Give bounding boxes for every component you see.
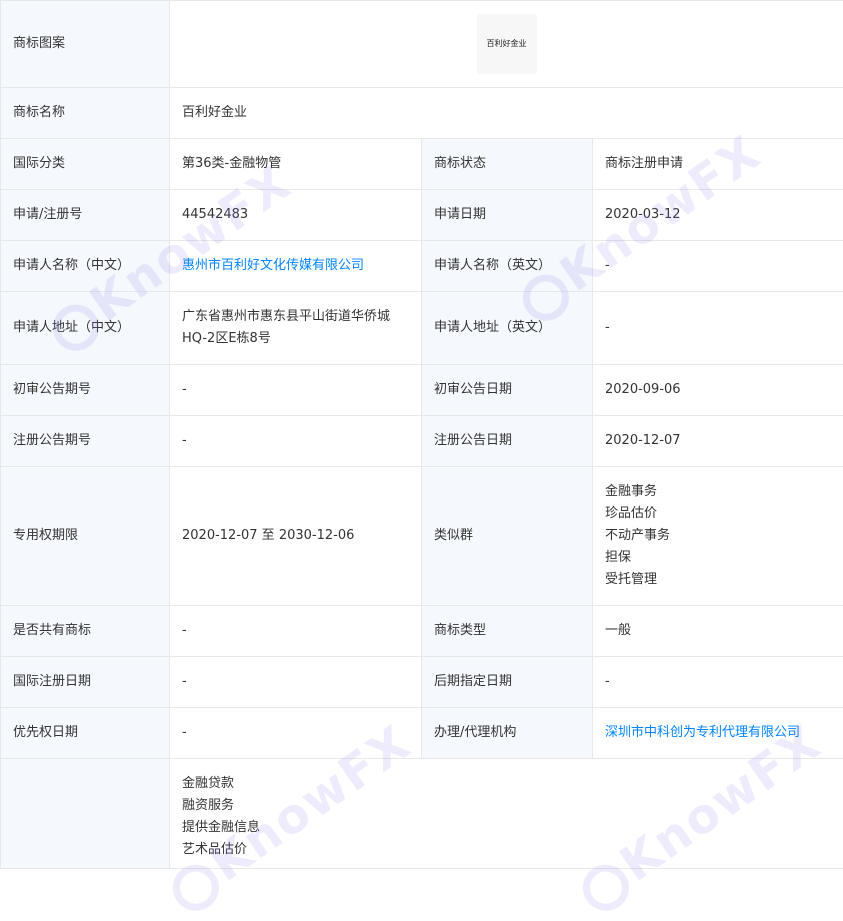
- value-name: 百利好金业: [170, 88, 843, 139]
- value-apply-date: 2020-03-12: [593, 190, 843, 241]
- row-applicant: 申请人名称（中文） 惠州市百利好文化传媒有限公司 申请人名称（英文） -: [1, 241, 843, 292]
- list-item: 艺术品估价: [182, 839, 831, 861]
- value-shared: -: [170, 606, 422, 657]
- row-prelim: 初审公告期号 - 初审公告日期 2020-09-06: [1, 365, 843, 416]
- label-priority: 优先权日期: [1, 708, 170, 759]
- label-shared: 是否共有商标: [1, 606, 170, 657]
- value-applicant-cn: 惠州市百利好文化传媒有限公司: [170, 241, 422, 292]
- label-similar-groups: 类似群: [422, 467, 593, 606]
- label-apply-date: 申请日期: [422, 190, 593, 241]
- row-intl-date: 国际注册日期 - 后期指定日期 -: [1, 657, 843, 708]
- list-item: 融资服务: [182, 795, 831, 817]
- label-prelim-date: 初审公告日期: [422, 365, 593, 416]
- list-item: 金融事务: [605, 481, 831, 503]
- value-prelim-no: -: [170, 365, 422, 416]
- trademark-detail-table: 商标图案 百利好金业 商标名称 百利好金业 国际分类 第36类-金融物管 商标状…: [0, 0, 843, 869]
- label-logo: 商标图案: [1, 1, 170, 88]
- row-reg-no: 申请/注册号 44542483 申请日期 2020-03-12: [1, 190, 843, 241]
- value-trademark-type: 一般: [593, 606, 843, 657]
- row-term: 专用权期限 2020-12-07 至 2030-12-06 类似群 金融事务 珍…: [1, 467, 843, 606]
- label-class: 国际分类: [1, 139, 170, 190]
- value-agency: 深圳市中科创为专利代理有限公司: [593, 708, 843, 759]
- label-reg-no: 申请/注册号: [1, 190, 170, 241]
- value-reg-pub-no: -: [170, 416, 422, 467]
- list-item: 珍品估价: [605, 503, 831, 525]
- value-address-en: -: [593, 292, 843, 365]
- row-shared: 是否共有商标 - 商标类型 一般: [1, 606, 843, 657]
- label-address-cn: 申请人地址（中文）: [1, 292, 170, 365]
- value-priority: -: [170, 708, 422, 759]
- value-services: 金融贷款 融资服务 提供金融信息 艺术品估价: [170, 759, 843, 869]
- value-intl-date: -: [170, 657, 422, 708]
- row-address: 申请人地址（中文） 广东省惠州市惠东县平山街道华侨城HQ-2区E栋8号 申请人地…: [1, 292, 843, 365]
- applicant-link[interactable]: 惠州市百利好文化传媒有限公司: [182, 258, 364, 273]
- value-reg-no: 44542483: [170, 190, 422, 241]
- row-services: 金融贷款 融资服务 提供金融信息 艺术品估价: [1, 759, 843, 869]
- label-agency: 办理/代理机构: [422, 708, 593, 759]
- value-reg-pub-date: 2020-12-07: [593, 416, 843, 467]
- row-reg-pub: 注册公告期号 - 注册公告日期 2020-12-07: [1, 416, 843, 467]
- agency-link[interactable]: 深圳市中科创为专利代理有限公司: [605, 725, 800, 740]
- value-status: 商标注册申请: [593, 139, 843, 190]
- list-item: 不动产事务: [605, 525, 831, 547]
- trademark-logo-image: 百利好金业: [477, 14, 537, 74]
- label-name: 商标名称: [1, 88, 170, 139]
- value-term: 2020-12-07 至 2030-12-06: [170, 467, 422, 606]
- label-reg-pub-no: 注册公告期号: [1, 416, 170, 467]
- label-applicant-cn: 申请人名称（中文）: [1, 241, 170, 292]
- label-services: [1, 759, 170, 869]
- list-item: 金融贷款: [182, 773, 831, 795]
- label-applicant-en: 申请人名称（英文）: [422, 241, 593, 292]
- label-prelim-no: 初审公告期号: [1, 365, 170, 416]
- list-item: 提供金融信息: [182, 817, 831, 839]
- row-logo: 商标图案 百利好金业: [1, 1, 843, 88]
- value-applicant-en: -: [593, 241, 843, 292]
- value-similar-groups: 金融事务 珍品估价 不动产事务 担保 受托管理: [593, 467, 843, 606]
- label-term: 专用权期限: [1, 467, 170, 606]
- row-class: 国际分类 第36类-金融物管 商标状态 商标注册申请: [1, 139, 843, 190]
- label-status: 商标状态: [422, 139, 593, 190]
- label-trademark-type: 商标类型: [422, 606, 593, 657]
- list-item: 受托管理: [605, 569, 831, 591]
- label-later-date: 后期指定日期: [422, 657, 593, 708]
- value-address-cn: 广东省惠州市惠东县平山街道华侨城HQ-2区E栋8号: [170, 292, 422, 365]
- label-address-en: 申请人地址（英文）: [422, 292, 593, 365]
- value-later-date: -: [593, 657, 843, 708]
- list-item: 担保: [605, 547, 831, 569]
- value-prelim-date: 2020-09-06: [593, 365, 843, 416]
- row-priority: 优先权日期 - 办理/代理机构 深圳市中科创为专利代理有限公司: [1, 708, 843, 759]
- label-reg-pub-date: 注册公告日期: [422, 416, 593, 467]
- value-logo: 百利好金业: [170, 1, 843, 88]
- value-class: 第36类-金融物管: [170, 139, 422, 190]
- trademark-logo-text: 百利好金业: [487, 33, 527, 55]
- row-name: 商标名称 百利好金业: [1, 88, 843, 139]
- label-intl-date: 国际注册日期: [1, 657, 170, 708]
